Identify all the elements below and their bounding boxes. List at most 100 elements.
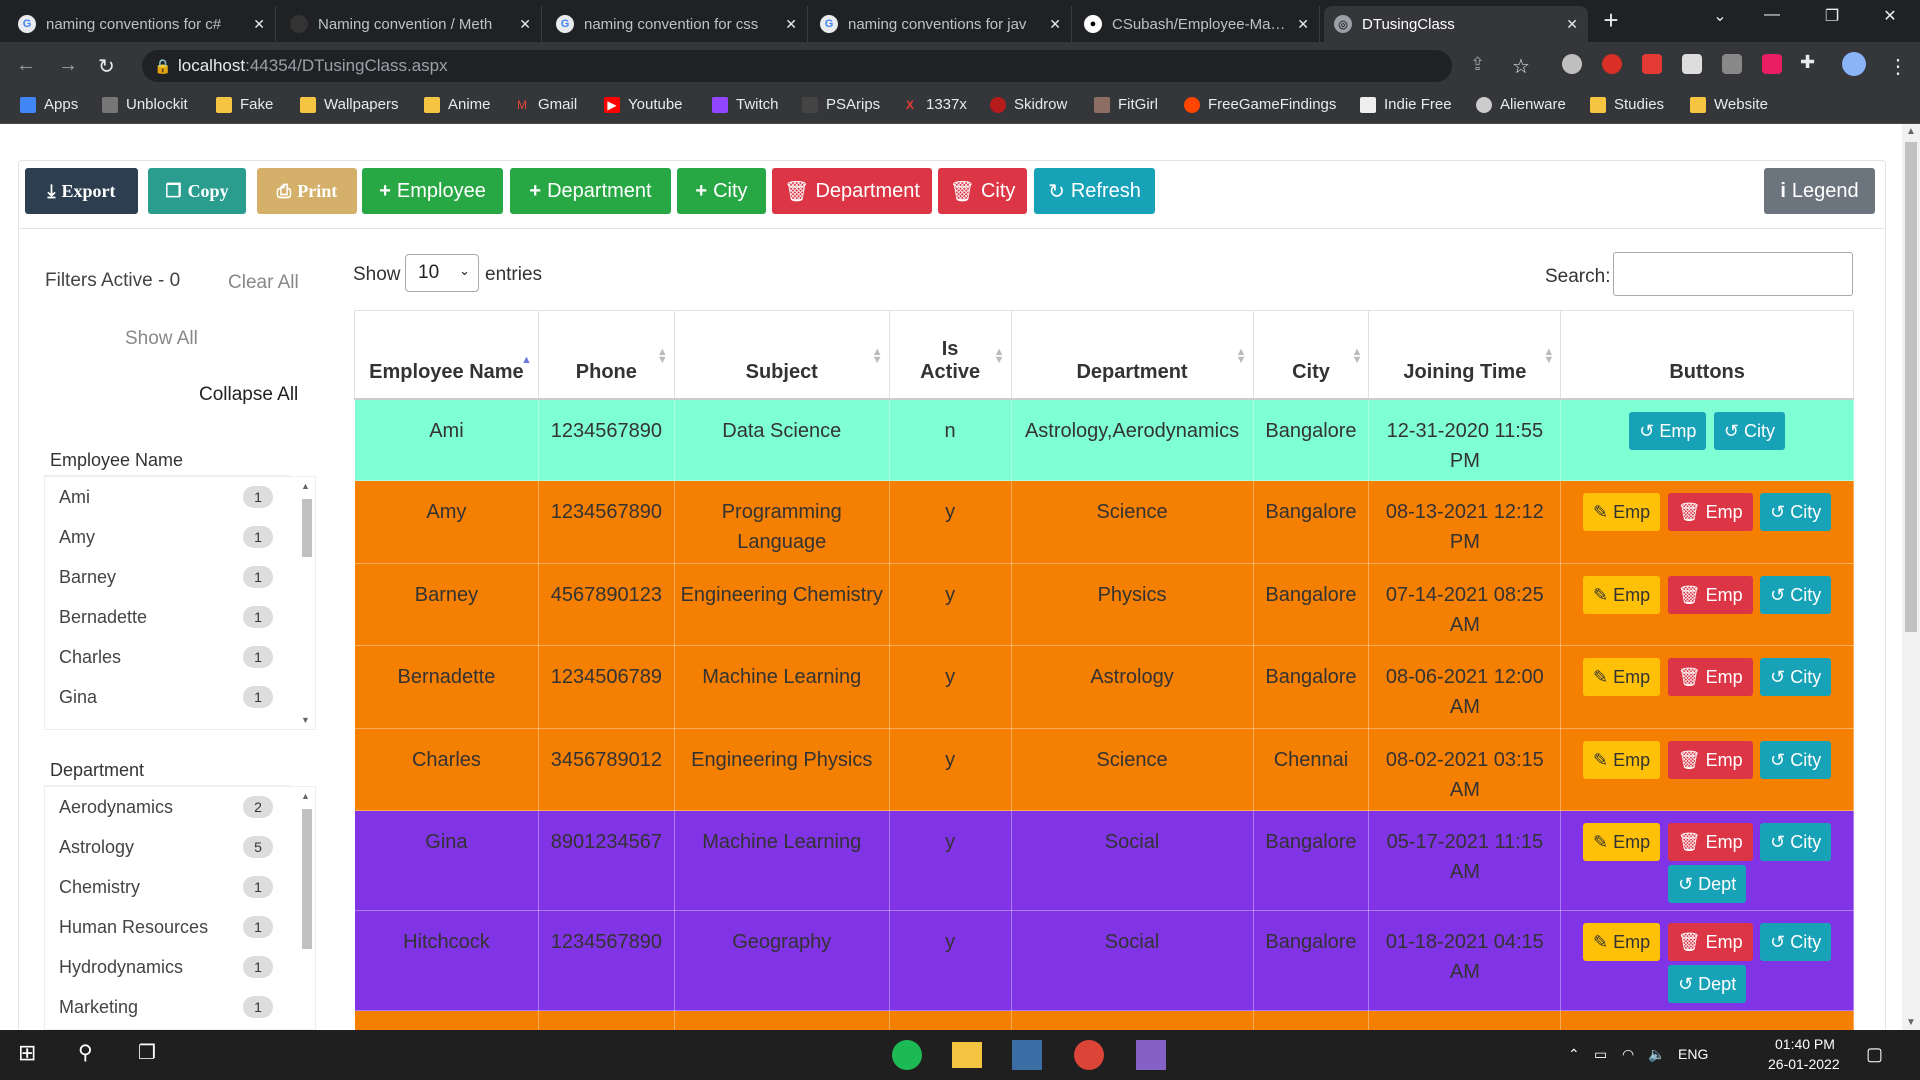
edit-emp-button[interactable]: ✎ Emp [1583,923,1661,961]
clear-all-link[interactable]: Clear All [228,272,299,294]
back-icon[interactable]: ← [16,54,36,77]
restore-city-button[interactable]: ↺ City [1713,411,1786,450]
restore-city-button[interactable]: ↺ City [1760,658,1832,696]
bookmark[interactable]: X 1337x [902,96,967,113]
browser-tab-active[interactable]: ◎ DTusingClass ✕ [1324,6,1588,42]
scroll-thumb[interactable] [1905,142,1917,632]
filter-item[interactable]: Gina 1 [45,677,315,717]
wifi-icon[interactable]: ◠ [1622,1046,1634,1063]
task-view-icon[interactable]: ❐ [138,1040,156,1065]
bookmark[interactable]: Skidrow [990,96,1067,113]
scroll-thumb[interactable] [302,809,312,949]
bookmark[interactable]: Indie Free [1360,96,1452,113]
table-row[interactable]: Barney 4567890123 Engineering Chemistry … [354,563,1854,646]
table-row[interactable] [354,1010,1854,1030]
collapse-all-link[interactable]: Collapse All [199,384,298,406]
bookmark-star-icon[interactable]: ☆ [1512,54,1530,79]
forward-icon[interactable]: → [58,54,78,77]
close-tab-icon[interactable]: ✕ [1297,16,1309,33]
close-tab-icon[interactable]: ✕ [253,16,265,33]
table-row[interactable]: Charles 3456789012 Engineering Physics y… [354,728,1854,811]
restore-city-button[interactable]: ↺ City [1760,823,1832,861]
chrome-icon[interactable] [1074,1040,1104,1070]
ublock-icon[interactable] [1602,54,1622,74]
file-explorer-icon[interactable] [952,1042,982,1068]
language-indicator[interactable]: ENG [1678,1046,1708,1062]
column-header-city[interactable]: City ▲ ▼ [1252,310,1370,400]
legend-button[interactable]: i Legend [1764,168,1875,214]
delete-emp-button[interactable]: 🗑 Emp [1667,741,1753,779]
column-header-subject[interactable]: Subject ▲ ▼ [673,310,890,400]
tab-search-icon[interactable]: ⌄ [1700,6,1740,26]
delete-emp-button[interactable]: 🗑 Emp [1667,493,1753,531]
bookmark[interactable]: ▶ Youtube [604,96,683,113]
search-icon[interactable]: ⚲ [78,1040,93,1065]
close-tab-icon[interactable]: ✕ [1049,16,1061,33]
print-button[interactable]: ⎙ Print [257,168,357,214]
filter-item[interactable]: Bernadette 1 [45,597,315,637]
bookmark[interactable]: Website [1690,96,1768,113]
column-header-phone[interactable]: Phone ▲ ▼ [537,310,675,400]
column-header-is-active[interactable]: Is Active ▲ ▼ [888,310,1012,400]
refresh-button[interactable]: ↻ Refresh [1034,168,1155,214]
scroll-up-icon[interactable]: ▲ [1906,126,1916,137]
reload-icon[interactable]: ↻ [98,54,115,79]
close-tab-icon[interactable]: ✕ [519,16,531,33]
filter-item[interactable]: Chemistry 1 [45,867,315,907]
department-filter-header[interactable]: Department [44,756,290,786]
browser-tab[interactable]: ● CSubash/Employee-Manag ✕ [1074,6,1320,42]
windows-start-icon[interactable]: ⊞ [18,1040,36,1066]
bookmark[interactable]: FitGirl [1094,96,1158,113]
scroll-thumb[interactable] [302,499,312,557]
restore-emp-button[interactable]: ↺ Emp [1629,411,1707,450]
employee-list-scrollbar[interactable]: ▲ ▼ [299,481,313,725]
employee-filter-header[interactable]: Employee Name [44,446,290,476]
copy-button[interactable]: ❐ Copy [148,168,246,214]
delete-department-button[interactable]: 🗑 Department [772,168,932,214]
bookmark[interactable]: Twitch [712,96,779,113]
filter-item[interactable]: Ami 1 [45,477,315,517]
table-row[interactable]: Ami 1234567890 Data Science n Astrology,… [354,398,1854,481]
spotify-icon[interactable] [892,1040,922,1070]
bookmark[interactable]: M Gmail [514,96,577,113]
puzzle-icon[interactable]: ✚ [1800,52,1815,73]
bookmark[interactable]: FreeGameFindings [1184,96,1336,113]
restore-city-button[interactable]: ↺ City [1760,576,1832,614]
table-row[interactable]: Bernadette 1234506789 Machine Learning y… [354,645,1854,729]
bookmark[interactable]: Studies [1590,96,1664,113]
scroll-down-icon[interactable]: ▼ [1906,1017,1916,1028]
column-header-employee-name[interactable]: Employee Name ▲ [354,310,539,400]
tray-chevron-icon[interactable]: ⌃ [1568,1046,1580,1063]
extension-icon[interactable] [1722,54,1742,74]
filter-item[interactable]: Charles 1 [45,637,315,677]
maximize-button[interactable]: ❐ [1812,6,1852,26]
delete-emp-button[interactable]: 🗑 Emp [1667,823,1753,861]
bookmark[interactable]: PSArips [802,96,880,113]
minimize-button[interactable]: — [1752,6,1792,24]
clock-date[interactable]: 26-01-2022 [1768,1056,1840,1072]
scroll-up-icon[interactable]: ▲ [301,791,310,801]
new-tab-button[interactable]: + [1598,7,1624,34]
export-button[interactable]: ⤓ Export [25,168,138,214]
browser-tab[interactable]: Naming convention / Meth ✕ [280,6,542,42]
restore-city-button[interactable]: ↺ City [1760,923,1832,961]
app-icon[interactable] [1012,1040,1042,1070]
bookmark[interactable]: Unblockit [102,96,188,113]
browser-tab[interactable]: Gnaming conventions for c# ✕ [8,6,276,42]
filter-item[interactable]: Hydrodynamics 1 [45,947,315,987]
table-row[interactable]: Gina 8901234567 Machine Learning y Socia… [354,810,1854,911]
delete-emp-button[interactable]: 🗑 Emp [1667,576,1753,614]
bookmark[interactable]: Anime [424,96,491,113]
restore-city-button[interactable]: ↺ City [1760,741,1832,779]
table-row[interactable]: Hitchcock 1234567890 Geography y Social … [354,910,1854,1011]
add-department-button[interactable]: + Department [510,168,671,214]
delete-emp-button[interactable]: 🗑 Emp [1667,658,1753,696]
visual-studio-icon[interactable] [1136,1040,1166,1070]
bookmark[interactable]: Wallpapers [300,96,398,113]
extension-icon[interactable] [1642,54,1662,74]
table-row[interactable]: Amy 1234567890 Programming Language y Sc… [354,480,1854,564]
filter-item[interactable]: Barney 1 [45,557,315,597]
close-tab-icon[interactable]: ✕ [1566,16,1578,33]
filter-item[interactable]: Human Resources 1 [45,907,315,947]
delete-emp-button[interactable]: 🗑 Emp [1667,923,1753,961]
